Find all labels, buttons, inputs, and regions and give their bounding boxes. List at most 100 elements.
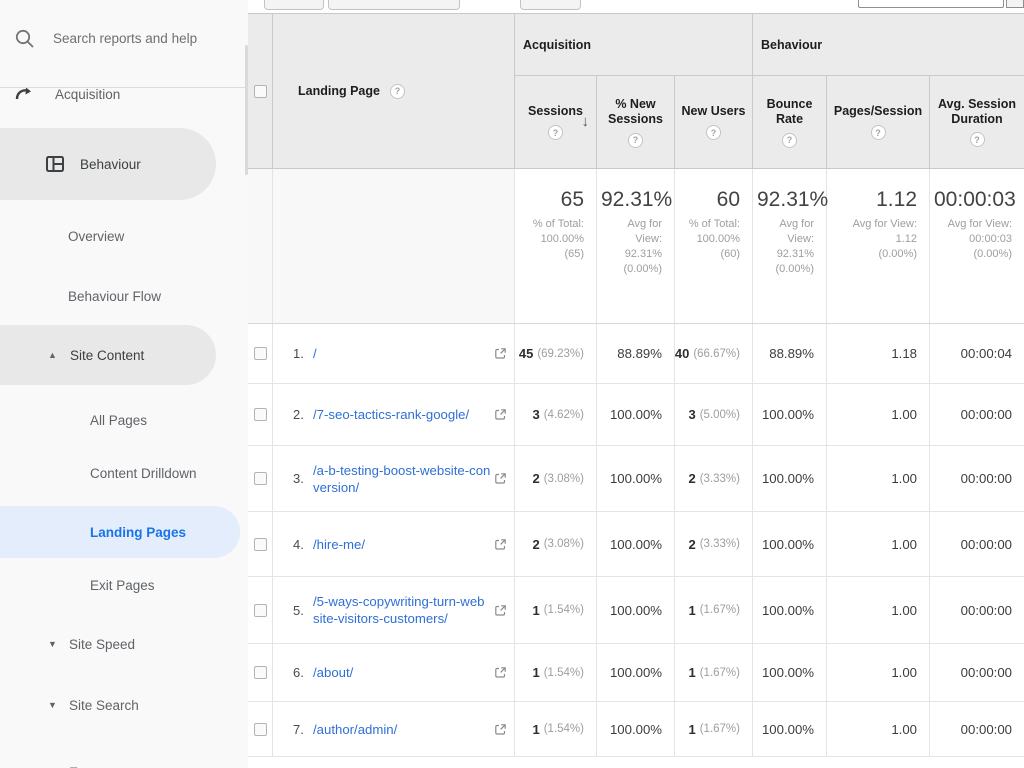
external-link-icon[interactable]	[494, 538, 507, 551]
help-icon[interactable]: ?	[706, 125, 721, 140]
external-link-icon[interactable]	[494, 723, 507, 736]
row-checkbox-cell	[248, 446, 273, 511]
row-checkbox-cell	[248, 384, 273, 445]
row-checkbox[interactable]	[254, 723, 267, 736]
landing-page-cell: 3. /a-b-testing-boost-website-conversion…	[273, 446, 515, 511]
sidebar-item-site-speed[interactable]: ▼ Site Speed	[0, 624, 240, 664]
table-row: 4. /hire-me/ 2(3.08%) 100.00% 2(3.33%) 1…	[248, 512, 1024, 577]
behaviour-icon	[46, 156, 64, 172]
sidebar-item-all-pages[interactable]: All Pages	[0, 400, 240, 440]
row-checkbox[interactable]	[254, 604, 267, 617]
sidebar-item-acquisition[interactable]: Acquisition	[0, 87, 248, 109]
toolbar-button-partial[interactable]	[328, 0, 460, 10]
column-label: % New Sessions	[606, 97, 666, 127]
table-search-button-partial[interactable]	[1006, 0, 1024, 8]
bounce-rate-cell: 100.00%	[753, 644, 827, 701]
column-header-new-sessions[interactable]: % New Sessions ?	[597, 76, 675, 168]
sidebar-item-behaviour[interactable]: Behaviour	[0, 128, 216, 200]
column-label: Pages/Session	[834, 104, 922, 119]
landing-page-cell: 1. /	[273, 324, 515, 383]
bounce-rate-cell: 100.00%	[753, 384, 827, 445]
help-icon[interactable]: ?	[871, 125, 886, 140]
sidebar-item-exit-pages[interactable]: Exit Pages	[0, 565, 240, 605]
new-users-cell: 1(1.67%)	[675, 702, 753, 756]
new-sessions-cell: 100.00%	[597, 644, 675, 701]
search-input[interactable]: Search reports and help	[0, 20, 248, 60]
sidebar-item-content-drilldown[interactable]: Content Drilldown	[0, 453, 240, 493]
new-users-cell: 3(5.00%)	[675, 384, 753, 445]
landing-page-link[interactable]: /hire-me/	[313, 536, 365, 553]
summary-pages-session: 1.12 Avg for View: 1.12(0.00%)	[827, 169, 930, 323]
new-users-cell: 1(1.67%)	[675, 577, 753, 643]
sidebar-item-behaviour-flow[interactable]: Behaviour Flow	[0, 276, 240, 316]
landing-page-link[interactable]: /5-ways-copywriting-turn-website-visitor…	[313, 593, 491, 627]
summary-row: 65 % of Total:100.00% (65) 92.31% Avg fo…	[248, 169, 1024, 324]
new-sessions-cell: 100.00%	[597, 446, 675, 511]
metric-headers: Acquisition Behaviour Sessions ? ↓ % New…	[515, 14, 1024, 168]
sidebar-item-label: Exit Pages	[90, 578, 155, 593]
group-header-row: Acquisition Behaviour	[515, 14, 1024, 76]
sort-descending-icon[interactable]: ↓	[582, 113, 590, 130]
column-header-bounce-rate[interactable]: Bounce Rate ?	[753, 76, 827, 168]
bounce-rate-cell: 100.00%	[753, 577, 827, 643]
toolbar-button-partial[interactable]	[264, 0, 324, 10]
column-header-sessions[interactable]: Sessions ? ↓	[515, 76, 597, 168]
landing-page-link[interactable]: /about/	[313, 664, 353, 681]
sidebar-item-label: Content Drilldown	[90, 466, 197, 481]
column-label: Bounce Rate	[753, 97, 826, 127]
help-icon[interactable]: ?	[390, 84, 405, 99]
row-checkbox-cell	[248, 324, 273, 383]
external-link-icon[interactable]	[494, 408, 507, 421]
external-link-icon[interactable]	[494, 472, 507, 485]
pages-session-cell: 1.00	[827, 512, 930, 576]
toolbar-button-partial[interactable]	[520, 0, 581, 10]
row-checkbox-cell	[248, 577, 273, 643]
row-checkbox[interactable]	[254, 472, 267, 485]
table-search-input-partial[interactable]	[858, 0, 1004, 8]
row-checkbox[interactable]	[254, 347, 267, 360]
table-row: 6. /about/ 1(1.54%) 100.00% 1(1.67%) 100…	[248, 644, 1024, 702]
external-link-icon[interactable]	[494, 666, 507, 679]
landing-page-cell: 5. /5-ways-copywriting-turn-website-visi…	[273, 577, 515, 643]
new-users-cell: 2(3.33%)	[675, 446, 753, 511]
help-icon[interactable]: ?	[782, 133, 797, 148]
landing-page-link[interactable]: /author/admin/	[313, 721, 397, 738]
table-header: Landing Page ? Acquisition Behaviour Ses…	[248, 13, 1024, 169]
help-icon[interactable]: ?	[628, 133, 643, 148]
help-icon[interactable]: ?	[548, 125, 563, 140]
summary-checkbox-cell	[248, 169, 273, 323]
column-header-pages-session[interactable]: Pages/Session ?	[827, 76, 930, 168]
summary-duration: 00:00:03 Avg for View:00:00:03(0.00%)	[930, 169, 1024, 323]
column-header-avg-session-duration[interactable]: Avg. Session Duration ?	[930, 76, 1024, 168]
row-checkbox[interactable]	[254, 408, 267, 421]
new-sessions-cell: 100.00%	[597, 512, 675, 576]
table-row: 1. / 45(69.23%) 88.89% 40(66.67%) 88.89%…	[248, 324, 1024, 384]
sidebar-item-overview[interactable]: Overview	[0, 216, 240, 256]
external-link-icon[interactable]	[494, 604, 507, 617]
sidebar-item-landing-pages[interactable]: Landing Pages	[0, 506, 240, 558]
report-main: Landing Page ? Acquisition Behaviour Ses…	[248, 0, 1024, 768]
sidebar-item-site-search[interactable]: ▼ Site Search	[0, 685, 240, 725]
landing-page-link[interactable]: /	[313, 345, 317, 362]
pages-session-cell: 1.18	[827, 324, 930, 383]
external-link-icon[interactable]	[494, 347, 507, 360]
pages-session-cell: 1.00	[827, 644, 930, 701]
expand-triangle-icon: ▼	[48, 639, 57, 649]
help-icon[interactable]: ?	[970, 132, 985, 147]
column-label: New Users	[682, 104, 746, 119]
landing-page-link[interactable]: /7-seo-tactics-rank-google/	[313, 406, 469, 423]
sidebar-item-label: Behaviour Flow	[68, 289, 161, 304]
landing-page-link[interactable]: /a-b-testing-boost-website-conversion/	[313, 462, 491, 496]
sidebar-item-site-content[interactable]: ▲ Site Content	[0, 325, 216, 385]
landing-page-header[interactable]: Landing Page ?	[273, 14, 515, 168]
new-sessions-cell: 100.00%	[597, 384, 675, 445]
row-checkbox[interactable]	[254, 666, 267, 679]
column-header-new-users[interactable]: New Users ?	[675, 76, 753, 168]
duration-cell: 00:00:00	[930, 512, 1024, 576]
expand-triangle-icon: ▼	[48, 700, 57, 710]
sessions-cell: 1(1.54%)	[515, 644, 597, 701]
select-all-checkbox[interactable]	[254, 85, 267, 98]
row-checkbox[interactable]	[254, 538, 267, 551]
sidebar-item-events[interactable]: ▼ Events	[0, 752, 240, 768]
search-placeholder: Search reports and help	[53, 31, 197, 46]
